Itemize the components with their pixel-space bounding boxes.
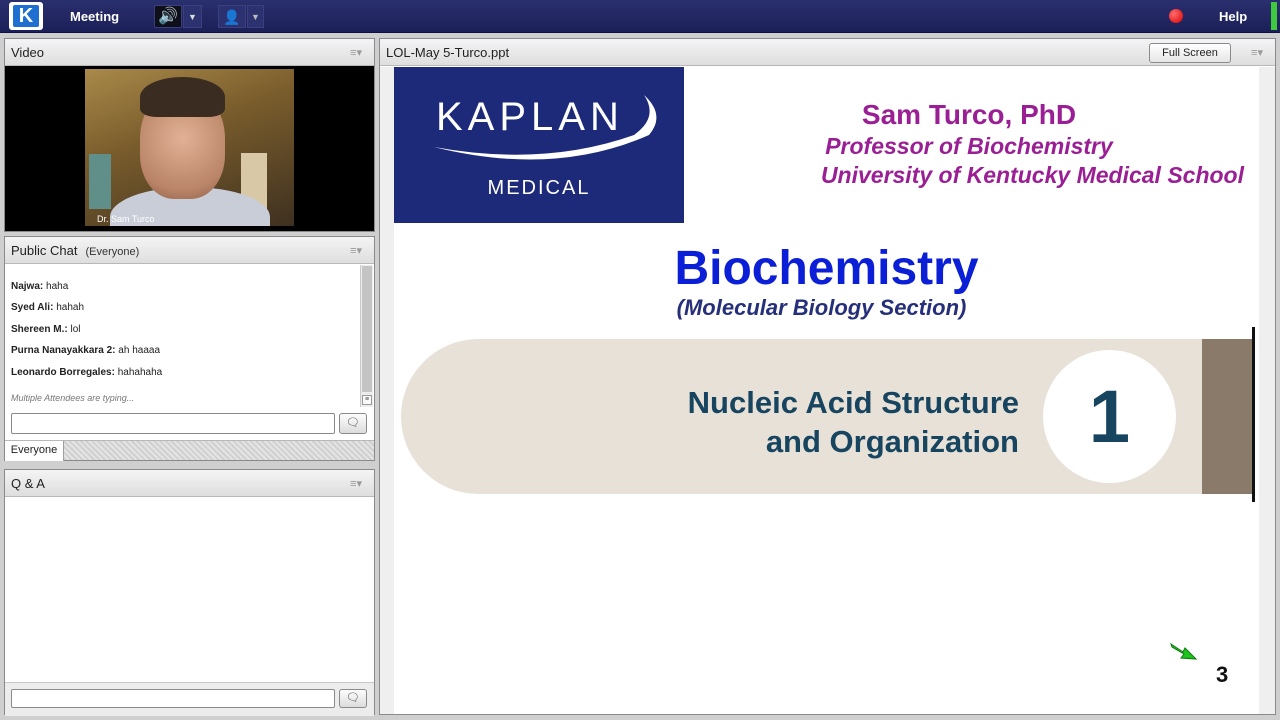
chat-message: Syed Ali: hahah — [11, 302, 85, 313]
speaker-icon[interactable]: 🔊 — [154, 5, 182, 28]
connection-status-indicator — [1271, 2, 1277, 30]
chat-message: Najwa: haha — [11, 281, 69, 292]
share-pod: LOL-May 5-Turco.ppt Full Screen ≡▾ KAPLA… — [379, 38, 1276, 715]
chapter-title: Nucleic Acid Structure and Organization — [688, 383, 1019, 461]
pointer-arrow-icon — [1170, 642, 1198, 660]
chat-pod-header: Public Chat (Everyone) ≡▾ — [5, 237, 374, 264]
chat-tab-bar: Everyone — [5, 440, 374, 461]
pod-menu-icon[interactable]: ≡▾ — [350, 244, 362, 257]
tab-everyone[interactable]: Everyone — [5, 441, 64, 461]
speaker-school: University of Kentucky Medical School — [820, 162, 1244, 188]
meeting-menu[interactable]: Meeting — [70, 9, 119, 24]
chapter-title-line2: and Organization — [765, 424, 1019, 459]
share-pod-title: LOL-May 5-Turco.ppt — [386, 45, 510, 60]
chapter-title-line1: Nucleic Acid Structure — [687, 385, 1019, 420]
course-subtitle: (Molecular Biology Section) — [676, 295, 967, 320]
video-stream: Dr. Sam Turco — [5, 66, 374, 231]
qa-pod-header: Q & A ≡▾ — [5, 470, 374, 497]
chat-message: Leonardo Borregales: hahahaha — [11, 367, 163, 378]
user-voice-icon[interactable]: 👤 — [218, 5, 246, 28]
video-pod-header: Video ≡▾ — [5, 39, 374, 66]
chat-message: Purna Nanayakkara 2: ah haaaa — [11, 345, 161, 356]
chat-scrollbar[interactable]: ≡ — [360, 265, 373, 407]
kaplan-swoosh-icon — [434, 95, 657, 160]
chat-message: Shereen M.: lol — [11, 324, 81, 335]
video-pod-title: Video — [11, 45, 45, 60]
slide-page-number: 3 — [1216, 662, 1229, 687]
speech-bubble-icon: 🗨 — [346, 692, 360, 704]
chat-input[interactable] — [11, 413, 335, 434]
chat-pod-title: Public Chat (Everyone) — [11, 243, 139, 258]
qa-pod: Q & A ≡▾ 🗨 — [4, 469, 375, 716]
kaplan-logo: KAPLAN MEDICAL — [394, 67, 684, 223]
kaplan-brand-sub: MEDICAL — [487, 177, 591, 199]
speaker-dropdown-icon[interactable]: ▼ — [183, 5, 202, 28]
user-voice-dropdown-icon[interactable]: ▼ — [247, 5, 264, 28]
presentation-slide: KAPLAN MEDICAL Sam Turco, PhD Professor … — [394, 67, 1259, 714]
chat-pod-title-text: Public Chat — [11, 243, 78, 258]
qa-pod-title: Q & A — [11, 476, 45, 491]
pod-menu-icon[interactable]: ≡▾ — [350, 477, 362, 490]
scroll-end-icon[interactable]: ≡ — [362, 395, 372, 405]
chat-message-list: Najwa: haha Syed Ali: hahah Shereen M.: … — [5, 265, 360, 407]
qa-input[interactable] — [11, 689, 335, 708]
help-menu[interactable]: Help — [1219, 9, 1247, 24]
qa-send-button[interactable]: 🗨 — [339, 689, 367, 708]
record-icon[interactable] — [1169, 9, 1183, 23]
chapter-banner-tab — [1202, 339, 1254, 494]
speaker-name: Sam Turco, PhD — [861, 99, 1077, 130]
chapter-number: 1 — [1088, 375, 1131, 458]
share-pod-header: LOL-May 5-Turco.ppt Full Screen ≡▾ — [380, 39, 1275, 66]
chat-pod: Public Chat (Everyone) ≡▾ Najwa: haha Sye… — [4, 236, 375, 461]
typing-status: Multiple Attendees are typing... — [11, 393, 135, 403]
pod-menu-icon[interactable]: ≡▾ — [350, 46, 362, 59]
chat-audience-label: (Everyone) — [85, 246, 140, 258]
speech-bubble-icon: 🗨 — [346, 417, 360, 429]
chat-scrollbar-thumb[interactable] — [362, 266, 372, 392]
full-screen-button[interactable]: Full Screen — [1149, 43, 1231, 63]
presenter-name-label: Dr. Sam Turco — [97, 214, 155, 224]
app-logo-icon: K — [13, 5, 39, 27]
presenter-video: Dr. Sam Turco — [85, 69, 294, 226]
video-pod: Video ≡▾ Dr. Sam Turco — [4, 38, 375, 232]
course-title: Biochemistry — [674, 242, 979, 295]
speaker-role: Professor of Biochemistry — [825, 133, 1113, 159]
top-toolbar: K Meeting 🔊 ▼ 👤 ▼ Help — [0, 0, 1280, 33]
app-logo: K — [9, 2, 43, 30]
pod-menu-icon[interactable]: ≡▾ — [1251, 46, 1263, 59]
chat-send-button[interactable]: 🗨 — [339, 413, 367, 434]
